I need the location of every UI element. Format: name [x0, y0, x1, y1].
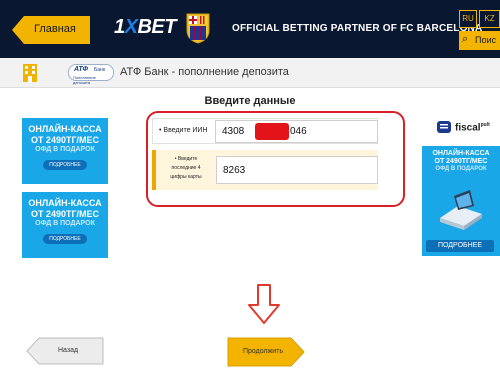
- promo-more-button[interactable]: ПОДРОБНЕЕ: [43, 234, 87, 244]
- card-label-line: последние 4: [171, 165, 201, 171]
- card-label-line: • Введите: [174, 156, 198, 162]
- back-button[interactable]: Назад: [26, 337, 104, 365]
- partner-text: OFFICIAL BETTING PARTNER OF FC BARCELONA: [232, 23, 483, 34]
- card-digits-label: • Введите последние 4 цифры карты: [160, 155, 212, 182]
- back-button-label: Назад: [58, 347, 79, 354]
- promo-line: ОФД В ПОДАРОК: [35, 220, 95, 227]
- brand-logo-bet: BET: [137, 16, 176, 38]
- search-label: Поис: [475, 35, 497, 45]
- atf-bank-logo: АТФ Банк Пополнение депозита: [68, 64, 114, 85]
- home-button[interactable]: Главная: [12, 16, 90, 44]
- brand-logo-x: X: [124, 16, 138, 38]
- promo-line: ОТ 2490ТГ/МЕС: [434, 158, 488, 165]
- down-arrow-icon: [248, 284, 280, 324]
- iin-value-end: 046: [290, 126, 307, 137]
- promo-line: ОТ 2490ТГ/МЕС: [30, 135, 100, 145]
- cash-register-icon: [440, 190, 482, 230]
- fiscal-logo-icon: [437, 121, 451, 133]
- promo-more-button[interactable]: ПОДРОБНЕЕ: [426, 240, 494, 252]
- card-label-line: цифры карты: [170, 174, 202, 180]
- top-bar: Главная 1XBET OFFICIAL BETTING PARTNER O…: [0, 0, 500, 58]
- fc-barcelona-crest-icon: [186, 13, 210, 44]
- promo-line: ОНЛАЙН-КАССА: [28, 124, 102, 134]
- iin-field-row: • Введите ИИН 4308 046: [152, 118, 378, 144]
- fiscal-brand-name: fiscal: [455, 122, 481, 134]
- page-title: АТФ Банк - пополнение депозита: [120, 66, 289, 78]
- brand-logo: 1XBET: [114, 16, 176, 39]
- home-button-label: Главная: [34, 23, 76, 35]
- language-ru-button[interactable]: RU: [459, 10, 477, 28]
- language-kz-button[interactable]: KZ: [479, 10, 500, 28]
- fiscal-brand-suffix: pult: [480, 122, 490, 128]
- page-header: АТФ Банк Пополнение депозита АТФ Банк - …: [0, 58, 500, 88]
- promo-line: ОФД В ПОДАРОК: [35, 146, 95, 153]
- promo-banner-left-1[interactable]: ОНЛАЙН-КАССА ОТ 2490ТГ/МЕС ОФД В ПОДАРОК…: [22, 118, 108, 184]
- magnifier-icon: ⌕: [462, 33, 469, 45]
- promo-banner-right[interactable]: fiscalpult ОНЛАЙН-КАССА ОТ 2490ТГ/МЕС ОФ…: [422, 116, 500, 256]
- iin-value-start: 4308: [222, 126, 245, 137]
- search-button[interactable]: ⌕ Поис: [459, 31, 500, 50]
- card-digits-value: 8263: [223, 165, 246, 176]
- promo-banner-left-2[interactable]: ОНЛАЙН-КАССА ОТ 2490ТГ/МЕС ОФД В ПОДАРОК…: [22, 192, 108, 258]
- fiscal-brand: fiscalpult: [455, 122, 490, 133]
- bank-logo-word: Банк: [94, 67, 106, 73]
- building-icon: [23, 64, 37, 82]
- brand-logo-one: 1: [114, 16, 125, 38]
- promo-line: ОФД В ПОДАРОК: [435, 166, 487, 172]
- promo-line: ОНЛАЙН-КАССА: [432, 150, 490, 157]
- continue-button-label: Продолжить: [243, 348, 284, 355]
- promo-line: ОНЛАЙН-КАССА: [28, 198, 102, 208]
- iin-label: • Введите ИИН: [159, 127, 208, 134]
- card-digits-field-row: • Введите последние 4 цифры карты 8263: [152, 150, 378, 190]
- promo-right-panel: ОНЛАЙН-КАССА ОТ 2490ТГ/МЕС ОФД В ПОДАРОК…: [422, 146, 500, 256]
- promo-more-button[interactable]: ПОДРОБНЕЕ: [43, 160, 87, 170]
- bank-logo-main: АТФ: [74, 66, 88, 73]
- form-title: Введите данные: [204, 95, 296, 107]
- iin-input[interactable]: 4308 046: [215, 120, 378, 143]
- bank-logo-sub: Пополнение депозита: [73, 75, 96, 85]
- redaction-mark: [255, 123, 289, 140]
- continue-button[interactable]: Продолжить: [227, 337, 305, 367]
- terminal-screen: Главная 1XBET OFFICIAL BETTING PARTNER O…: [0, 0, 500, 372]
- card-digits-input[interactable]: 8263: [216, 156, 378, 184]
- promo-line: ОТ 2490ТГ/МЕС: [30, 209, 100, 219]
